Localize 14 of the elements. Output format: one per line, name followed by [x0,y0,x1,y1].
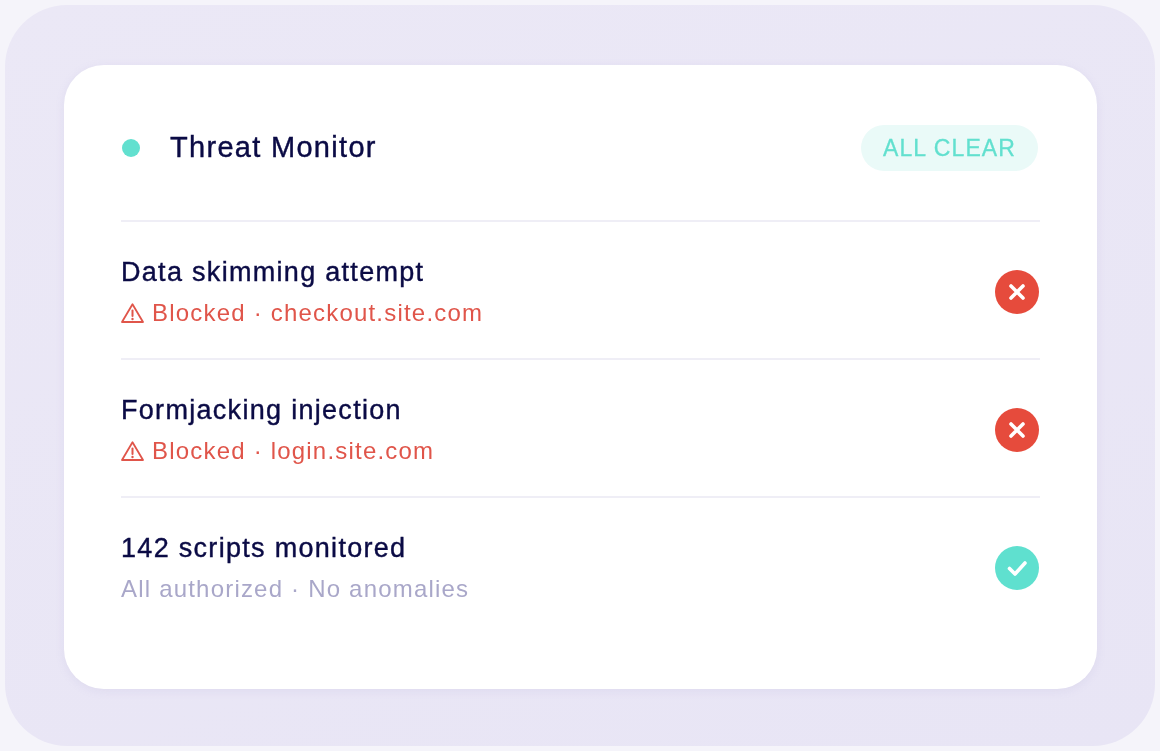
event-title: Data skimming attempt [121,257,426,287]
event-detail: Blocked · checkout.site.com [152,299,484,327]
event-detail: Blocked · login.site.com [152,437,435,465]
event-title: Formjacking injection [121,395,403,425]
status-badge: ALL CLEAR [860,125,1038,171]
x-circle-icon [995,408,1039,452]
warning-icon [121,441,144,461]
x-circle-icon [995,270,1039,314]
event-title: 142 scripts monitored [121,533,408,563]
status-dot-icon [122,139,140,157]
warning-icon [121,303,144,323]
event-detail: All authorized · No anomalies [121,575,470,603]
card-title: Threat Monitor [170,130,377,166]
check-circle-icon [995,546,1039,590]
